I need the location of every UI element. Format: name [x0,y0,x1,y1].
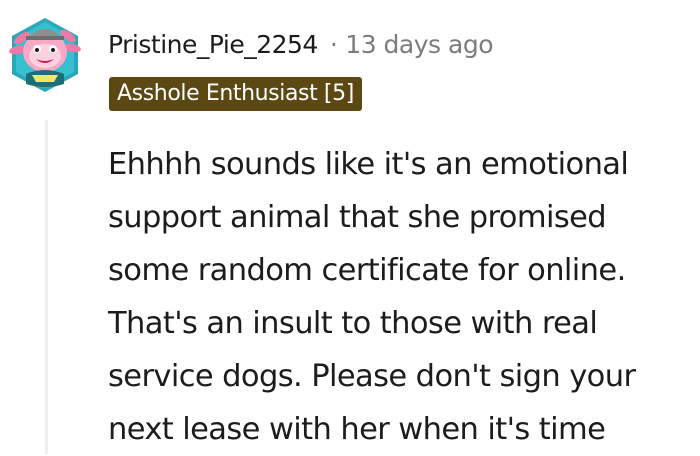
user-flair-badge[interactable]: Asshole Enthusiast [5] [109,77,362,111]
comment-body-line: support animal that she promised [108,200,607,235]
comment-meta: Pristine_Pie_2254 · 13 days ago [108,24,493,64]
username-link[interactable]: Pristine_Pie_2254 [108,30,318,59]
comment-body-line: That's an insult to those with real [108,306,598,341]
comment-body-line: next lease with her when it's time [108,412,606,447]
comment-body-line: Ehhhh sounds like it's an emotional [108,147,629,182]
timestamp[interactable]: 13 days ago [345,30,493,59]
axolotl-avatar-icon [9,18,81,92]
comment-body-line: some random certificate for online. [108,253,626,288]
comment-body: Ehhhh sounds like it's an emotional supp… [108,138,693,456]
thread-collapse-line[interactable] [45,120,48,454]
comment-body-line: service dogs. Please don't sign your [108,359,636,394]
comment: Pristine_Pie_2254 · 13 days ago Asshole … [0,0,700,454]
meta-separator: · [329,29,338,59]
user-avatar[interactable] [8,12,82,98]
